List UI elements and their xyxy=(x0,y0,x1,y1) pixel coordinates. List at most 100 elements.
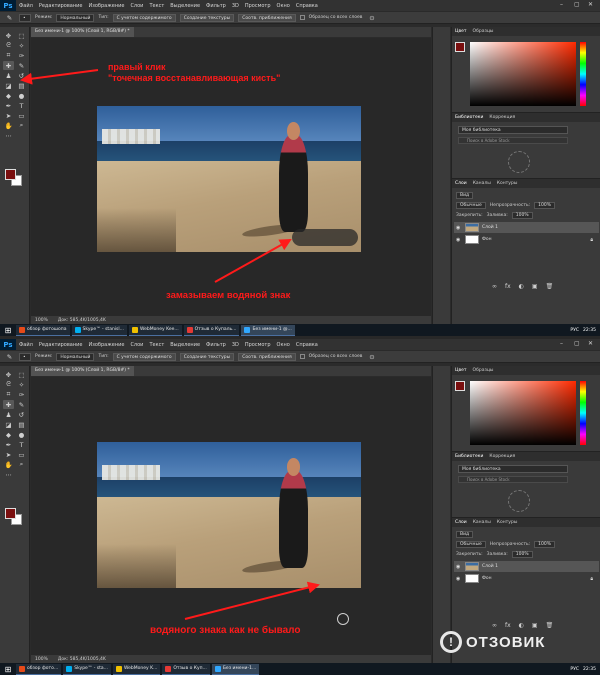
tab-channels[interactable]: Каналы xyxy=(473,520,491,525)
brush-tool-icon[interactable]: ✎ xyxy=(16,400,27,409)
fx-icon[interactable]: fx xyxy=(505,283,511,290)
picker-foreground-swatch[interactable] xyxy=(455,42,465,52)
eyedropper-tool-icon[interactable]: ✑ xyxy=(16,390,27,399)
minimize-button[interactable]: – xyxy=(560,1,563,8)
menu-text[interactable]: Текст xyxy=(146,342,167,348)
menu-filter[interactable]: Фильтр xyxy=(203,3,229,9)
taskbar-item[interactable]: Skype™ - sta... xyxy=(63,663,111,675)
crop-tool-icon[interactable]: ⌗ xyxy=(3,51,14,60)
pressure-icon[interactable]: ⊙ xyxy=(366,352,377,361)
menu-help[interactable]: Справка xyxy=(293,3,321,9)
marquee-tool-icon[interactable]: ⬚ xyxy=(16,370,27,379)
menu-select[interactable]: Выделение xyxy=(167,3,203,9)
brush-size-picker[interactable]: • xyxy=(19,352,31,361)
brush-tool-icon[interactable]: ✎ xyxy=(4,352,15,361)
visibility-eye-icon[interactable]: ◉ xyxy=(456,576,462,582)
picker-foreground-swatch[interactable] xyxy=(455,381,465,391)
windows-start-icon[interactable]: ⊞ xyxy=(2,324,14,336)
beach-photo-retouched[interactable] xyxy=(97,442,361,588)
menu-3d[interactable]: 3D xyxy=(229,3,242,9)
link-layers-icon[interactable]: ∞ xyxy=(492,622,497,629)
visibility-eye-icon[interactable]: ◉ xyxy=(456,564,462,570)
taskbar-item[interactable]: Skype™ - stanisl... xyxy=(71,324,127,336)
type-tool-icon[interactable]: T xyxy=(16,101,27,110)
layer-row[interactable]: ◉ Слой 1 xyxy=(454,222,599,233)
menu-file[interactable]: Файл xyxy=(16,3,36,9)
tab-swatches[interactable]: Образцы xyxy=(473,368,494,373)
visibility-eye-icon[interactable]: ◉ xyxy=(456,225,462,231)
dodge-tool-icon[interactable]: ● xyxy=(16,91,27,100)
windows-start-icon[interactable]: ⊞ xyxy=(2,663,14,675)
hand-tool-icon[interactable]: ✋ xyxy=(3,121,14,130)
menu-filter[interactable]: Фильтр xyxy=(203,342,229,348)
menu-select[interactable]: Выделение xyxy=(167,342,203,348)
history-brush-tool-icon[interactable]: ↺ xyxy=(16,410,27,419)
opacity-input[interactable]: 100% xyxy=(534,540,556,548)
fx-icon[interactable]: fx xyxy=(505,622,511,629)
library-select[interactable]: Моя библиотека xyxy=(458,126,568,134)
tab-libraries[interactable]: Библиотеки xyxy=(455,115,483,120)
rectangle-tool-icon[interactable]: ▭ xyxy=(16,450,27,459)
move-tool-icon[interactable]: ✥ xyxy=(3,31,14,40)
document-tab[interactable]: Без имени-1 @ 100% (Слой 1, RGB/8#) * xyxy=(31,27,134,37)
proximity-match-button[interactable]: Соотв. приближения xyxy=(238,13,296,22)
fill-input[interactable]: 100% xyxy=(511,550,533,558)
menu-edit[interactable]: Редактирование xyxy=(36,342,86,348)
tab-libraries[interactable]: Библиотеки xyxy=(455,454,483,459)
tab-color[interactable]: Цвет xyxy=(455,368,467,373)
proximity-match-button[interactable]: Соотв. приближения xyxy=(238,352,296,361)
gradient-tool-icon[interactable]: ▤ xyxy=(16,81,27,90)
taskbar-item[interactable]: Без имени-1... xyxy=(211,663,260,675)
clone-stamp-tool-icon[interactable]: ♟ xyxy=(3,71,14,80)
close-button[interactable]: ✕ xyxy=(588,1,593,8)
menu-3d[interactable]: 3D xyxy=(229,342,242,348)
type-tool-icon[interactable]: T xyxy=(16,440,27,449)
create-texture-button[interactable]: Создание текстуры xyxy=(179,13,235,22)
hue-slider[interactable] xyxy=(580,42,586,106)
menu-window[interactable]: Окно xyxy=(274,342,293,348)
canvas-area[interactable] xyxy=(31,377,431,655)
tab-layers[interactable]: Слои xyxy=(455,520,467,525)
create-texture-button[interactable]: Создание текстуры xyxy=(179,352,235,361)
language-indicator[interactable]: РУС xyxy=(570,667,579,672)
saturation-brightness-field[interactable] xyxy=(470,42,576,106)
brush-tool-icon[interactable]: ✎ xyxy=(16,61,27,70)
path-select-tool-icon[interactable]: ➤ xyxy=(3,450,14,459)
taskbar-item[interactable]: WebMoney K... xyxy=(112,663,161,675)
rectangle-tool-icon[interactable]: ▭ xyxy=(16,111,27,120)
eyedropper-tool-icon[interactable]: ✑ xyxy=(16,51,27,60)
taskbar-item[interactable]: обзор фотошопа xyxy=(16,324,70,336)
opacity-input[interactable]: 100% xyxy=(534,201,556,209)
more-tools-icon[interactable]: ⋯ xyxy=(3,470,14,479)
foreground-color-swatch[interactable] xyxy=(5,508,16,519)
color-picker[interactable] xyxy=(452,36,600,112)
library-select[interactable]: Моя библиотека xyxy=(458,465,568,473)
menu-image[interactable]: Изображение xyxy=(85,3,127,9)
quick-select-tool-icon[interactable]: ✧ xyxy=(16,380,27,389)
move-tool-icon[interactable]: ✥ xyxy=(3,370,14,379)
layer-row[interactable]: ◉ Слой 1 xyxy=(454,561,599,572)
pen-tool-icon[interactable]: ✒ xyxy=(3,440,14,449)
trash-icon[interactable]: 🗑︎ xyxy=(546,622,554,629)
taskbar-item[interactable]: Отзыв о Купаль... xyxy=(183,324,240,336)
marquee-tool-icon[interactable]: ⬚ xyxy=(16,31,27,40)
blend-mode-select[interactable]: Обычные xyxy=(456,540,486,548)
eraser-tool-icon[interactable]: ◪ xyxy=(3,420,14,429)
blend-mode-select[interactable]: Обычные xyxy=(456,201,486,209)
mask-icon[interactable]: ◐ xyxy=(519,283,524,290)
content-aware-button[interactable]: С учетом содержимого xyxy=(112,352,176,361)
sample-all-layers-checkbox[interactable] xyxy=(299,354,305,359)
spot-healing-brush-tool-icon[interactable]: ✚ xyxy=(3,400,14,409)
clone-stamp-tool-icon[interactable]: ♟ xyxy=(3,410,14,419)
menu-view[interactable]: Просмотр xyxy=(242,342,274,348)
pressure-icon[interactable]: ⊙ xyxy=(366,13,377,22)
zoom-tool-icon[interactable]: ⌕ xyxy=(16,121,27,130)
clock[interactable]: 22:35 xyxy=(583,667,596,672)
blur-tool-icon[interactable]: ◆ xyxy=(3,430,14,439)
mode-select[interactable]: Нормальный xyxy=(56,13,95,22)
clock[interactable]: 22:35 xyxy=(583,328,596,333)
menu-window[interactable]: Окно xyxy=(274,3,293,9)
menu-file[interactable]: Файл xyxy=(16,342,36,348)
dodge-tool-icon[interactable]: ● xyxy=(16,430,27,439)
more-tools-icon[interactable]: ⋯ xyxy=(3,131,14,140)
